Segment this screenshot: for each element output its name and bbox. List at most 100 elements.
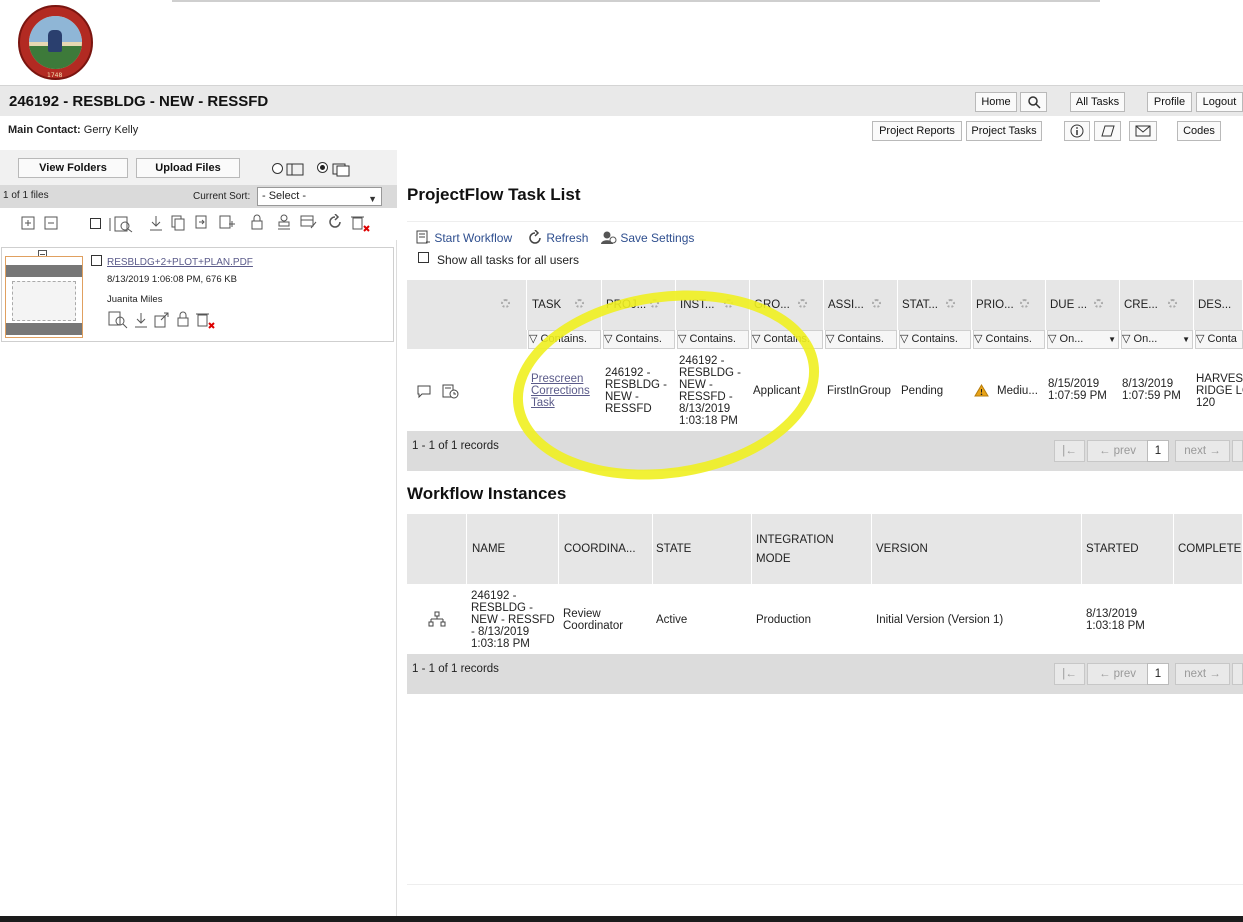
column-header-due[interactable]: DUE ... — [1046, 280, 1120, 330]
logout-button[interactable]: Logout — [1196, 92, 1243, 112]
column-header-completed[interactable]: COMPLETED — [1174, 514, 1243, 584]
filter-project[interactable]: ▽ Contains. — [603, 330, 675, 349]
expand-all-icon[interactable] — [21, 216, 35, 230]
collapse-all-icon[interactable] — [44, 216, 58, 230]
filter-created[interactable]: ▽ On... ▼ — [1121, 330, 1193, 349]
comment-icon[interactable] — [416, 384, 432, 399]
column-header-assignee[interactable]: ASSI... — [824, 280, 898, 330]
project-reports-button[interactable]: Project Reports — [872, 121, 962, 141]
filter-task[interactable]: ▽ Contains. — [528, 330, 601, 349]
search-button[interactable] — [1020, 92, 1047, 112]
column-header-integration-mode[interactable]: INTEGRATION MODE — [752, 514, 872, 584]
download-icon[interactable] — [148, 214, 164, 232]
column-header-status[interactable]: STAT... — [898, 280, 972, 330]
file-owner: Juanita Miles — [107, 294, 163, 305]
column-header-task[interactable]: TASK — [527, 280, 602, 330]
top-divider — [172, 0, 1100, 2]
file-thumbnail[interactable] — [5, 256, 83, 338]
last-page-button[interactable] — [1232, 663, 1243, 685]
merge-icon[interactable] — [194, 214, 210, 232]
sort-select[interactable]: - Select - ▼ — [257, 187, 382, 206]
file-checkbox[interactable] — [91, 255, 102, 266]
column-header-state[interactable]: STATE — [653, 514, 752, 584]
file-card[interactable]: RESBLDG+2+PLOT+PLAN.PDF 8/13/2019 1:06:0… — [1, 247, 394, 342]
prev-page-button[interactable]: ← prev — [1087, 663, 1148, 685]
workflow-tree-icon[interactable] — [428, 611, 446, 627]
copy-icon[interactable] — [170, 214, 186, 232]
delete-icon[interactable] — [195, 310, 217, 330]
info-icon — [1070, 124, 1084, 138]
preview-icon[interactable] — [108, 311, 128, 329]
next-page-button[interactable]: next → — [1175, 663, 1230, 685]
edit-note-button[interactable] — [1094, 121, 1121, 141]
show-all-tasks-checkbox[interactable] — [418, 252, 429, 263]
column-header-created[interactable]: CRE... — [1120, 280, 1194, 330]
save-settings-button[interactable]: Save Settings — [600, 230, 694, 245]
workflow-action-header — [407, 514, 467, 584]
contact-bar: Main Contact: Gerry Kelly — [0, 116, 1243, 146]
share-icon[interactable] — [153, 311, 171, 329]
column-header-coordinator[interactable]: COORDINA... — [559, 514, 653, 584]
column-header-instance[interactable]: INST... — [676, 280, 750, 330]
column-header-project[interactable]: PROJ... — [602, 280, 676, 330]
thumbnail-view-radio[interactable] — [317, 162, 328, 173]
edit-properties-icon[interactable] — [300, 214, 318, 230]
county-seal-logo: 1748 — [18, 5, 93, 80]
filter-spacer — [407, 330, 527, 349]
stamp-icon[interactable] — [276, 213, 292, 231]
first-page-button[interactable]: |← — [1054, 440, 1085, 462]
prev-page-button[interactable]: ← prev — [1087, 440, 1148, 462]
column-header-version[interactable]: VERSION — [872, 514, 1082, 584]
refresh-button[interactable]: Refresh — [528, 229, 588, 245]
workflow-name-cell: 246192 - RESBLDG - NEW - RESSFD - 8/13/2019… — [471, 590, 555, 650]
project-tasks-button[interactable]: Project Tasks — [966, 121, 1042, 141]
task-description-cell: HARVESTRIDGE LO120 — [1196, 373, 1243, 409]
taskbar-strip — [0, 916, 1243, 922]
info-button[interactable] — [1064, 121, 1090, 141]
profile-button[interactable]: Profile — [1147, 92, 1192, 112]
current-page[interactable]: 1 — [1147, 663, 1169, 685]
filter-due[interactable]: ▽ On... ▼ — [1047, 330, 1119, 349]
delete-icon[interactable] — [350, 213, 372, 233]
filter-instance[interactable]: ▽ Contains. — [677, 330, 749, 349]
column-header-name[interactable]: NAME — [467, 514, 559, 584]
current-page[interactable]: 1 — [1147, 440, 1169, 462]
lock-icon[interactable] — [250, 213, 264, 231]
workflow-records-count: 1 - 1 of 1 records — [412, 663, 499, 675]
refresh-icon[interactable] — [327, 214, 343, 230]
start-workflow-button[interactable]: Start Workflow — [416, 230, 512, 245]
task-history-icon[interactable] — [442, 383, 460, 400]
task-name-link[interactable]: Prescreen Corrections Task — [531, 373, 590, 409]
file-name-link[interactable]: RESBLDG+2+PLOT+PLAN.PDF — [107, 257, 253, 268]
all-tasks-button[interactable]: All Tasks — [1070, 92, 1125, 112]
next-page-button[interactable]: next → — [1175, 440, 1230, 462]
task-records-count: 1 - 1 of 1 records — [412, 440, 499, 452]
select-all-checkbox[interactable] — [90, 218, 101, 229]
task-project-cell: 246192 - RESBLDG - NEW - RESSFD — [605, 367, 667, 415]
codes-button[interactable]: Codes — [1177, 121, 1221, 141]
home-button[interactable]: Home — [975, 92, 1017, 112]
filter-priority[interactable]: ▽ Contains. — [973, 330, 1045, 349]
list-view-radio[interactable] — [272, 163, 283, 174]
download-icon[interactable] — [133, 311, 149, 329]
first-page-button[interactable]: |← — [1054, 663, 1085, 685]
workflow-integration-cell: Production — [756, 614, 811, 626]
column-header-started[interactable]: STARTED — [1082, 514, 1174, 584]
workflow-pager: 1 - 1 of 1 records |← ← prev 1 next → — [407, 654, 1243, 694]
upload-files-button[interactable]: Upload Files — [136, 158, 240, 178]
email-button[interactable] — [1129, 121, 1157, 141]
workflow-grid: NAME COORDINA... STATE INTEGRATION MODE V… — [407, 514, 1243, 654]
preview-icon[interactable] — [108, 215, 138, 233]
last-page-button[interactable] — [1232, 440, 1243, 462]
lock-icon[interactable] — [176, 310, 190, 328]
column-header-description[interactable]: DES... — [1194, 280, 1243, 330]
view-folders-button[interactable]: View Folders — [18, 158, 128, 178]
column-header-priority[interactable]: PRIO... — [972, 280, 1046, 330]
filter-group[interactable]: ▽ Contains. — [751, 330, 823, 349]
add-document-icon[interactable] — [218, 214, 236, 232]
filter-status[interactable]: ▽ Contains. — [899, 330, 971, 349]
filter-description[interactable]: ▽ Conta — [1195, 330, 1243, 349]
column-header-group[interactable]: GRO... — [750, 280, 824, 330]
filter-assignee[interactable]: ▽ Contains. — [825, 330, 897, 349]
header-area: 1748 — [0, 0, 1243, 85]
